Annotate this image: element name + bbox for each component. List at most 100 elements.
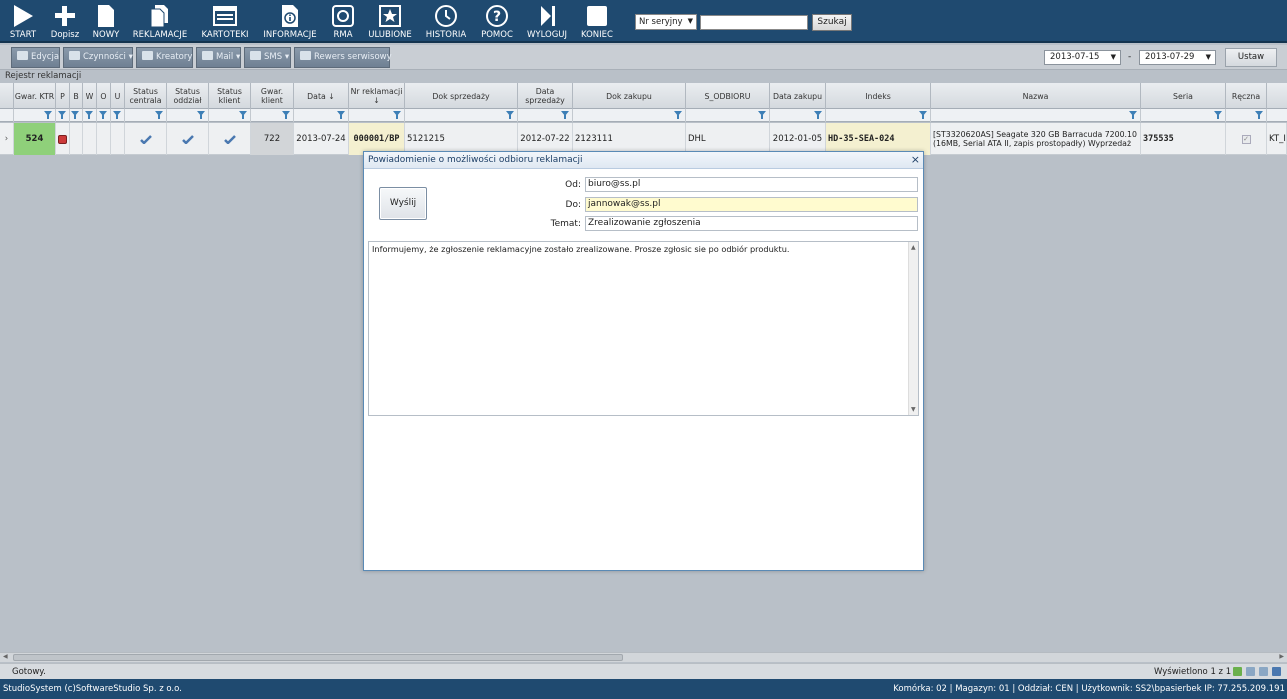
- header-data-sprzedazy[interactable]: Data sprzedaży: [518, 83, 573, 109]
- filter-cell[interactable]: [931, 109, 1141, 122]
- row-expander[interactable]: ›: [0, 123, 14, 155]
- filter-cell[interactable]: [14, 109, 56, 122]
- header-b[interactable]: B: [70, 83, 83, 109]
- filter-icon[interactable]: [919, 111, 927, 119]
- search-mode-select[interactable]: Nr seryjny ▼: [635, 14, 697, 30]
- filter-icon[interactable]: [155, 111, 163, 119]
- sms-button[interactable]: SMS ▾: [244, 47, 291, 68]
- date-from-field[interactable]: 2013-07-15 ▼: [1044, 50, 1121, 65]
- kartoteki-button[interactable]: KARTOTEKI: [200, 4, 250, 40]
- filter-cell[interactable]: [111, 109, 125, 122]
- export-icon[interactable]: [1246, 667, 1255, 676]
- filter-cell[interactable]: [518, 109, 573, 122]
- date-to-field[interactable]: 2013-07-29 ▼: [1139, 50, 1216, 65]
- header-dok-zakupu[interactable]: Dok zakupu: [573, 83, 686, 109]
- filter-icon[interactable]: [58, 111, 66, 119]
- mail-button[interactable]: Mail ▾: [196, 47, 241, 68]
- informacje-button[interactable]: INFORMACJE: [262, 4, 318, 40]
- filter-icon[interactable]: [337, 111, 345, 119]
- czynnosci-button[interactable]: Czynności ▾: [63, 47, 133, 68]
- search-input[interactable]: [700, 15, 808, 30]
- filter-cell[interactable]: [209, 109, 251, 122]
- settings-icon[interactable]: [1272, 667, 1281, 676]
- filter-cell[interactable]: [1226, 109, 1267, 122]
- header-p[interactable]: P: [56, 83, 70, 109]
- filter-icon[interactable]: [393, 111, 401, 119]
- header-gwar-klient[interactable]: Gwar. klient: [251, 83, 294, 109]
- filter-cell[interactable]: [1141, 109, 1226, 122]
- filter-cell[interactable]: [294, 109, 349, 122]
- send-button[interactable]: Wyślij: [379, 187, 427, 220]
- filter-cell[interactable]: [251, 109, 294, 122]
- close-icon[interactable]: ×: [911, 152, 920, 168]
- header-data-zakupu[interactable]: Data zakupu: [770, 83, 826, 109]
- filter-icon[interactable]: [561, 111, 569, 119]
- filter-icon[interactable]: [113, 111, 121, 119]
- scroll-left-icon[interactable]: ◀: [3, 653, 8, 660]
- checkbox-checked-icon[interactable]: ✓: [1241, 134, 1251, 144]
- wyloguj-button[interactable]: WYLOGUJ: [526, 4, 568, 40]
- header-status-oddzial[interactable]: Status oddział: [167, 83, 209, 109]
- filter-cell[interactable]: [349, 109, 405, 122]
- filter-icon[interactable]: [197, 111, 205, 119]
- to-field[interactable]: jannowak@ss.pl: [585, 197, 918, 212]
- message-textarea[interactable]: Informujemy, że zgłoszenie reklamacyjne …: [368, 241, 919, 416]
- from-field[interactable]: biuro@ss.pl: [585, 177, 918, 192]
- filter-cell[interactable]: [83, 109, 97, 122]
- filter-icon[interactable]: [1214, 111, 1222, 119]
- header-dok-sprzedazy[interactable]: Dok sprzedaży: [405, 83, 518, 109]
- nowy-button[interactable]: NOWY: [92, 4, 120, 40]
- refresh-icon[interactable]: [1233, 667, 1242, 676]
- header-nr-reklamacji[interactable]: Nr reklamacji ↓: [349, 83, 405, 109]
- rma-button[interactable]: RMA: [330, 4, 356, 40]
- filter-cell[interactable]: [826, 109, 931, 122]
- header-nazwa[interactable]: Nazwa: [931, 83, 1141, 109]
- header-u[interactable]: U: [111, 83, 125, 109]
- filter-cell[interactable]: [167, 109, 209, 122]
- header-seria[interactable]: Seria: [1141, 83, 1226, 109]
- pomoc-button[interactable]: ? POMOC: [480, 4, 514, 40]
- header-data[interactable]: Data ↓: [294, 83, 349, 109]
- filter-cell[interactable]: [573, 109, 686, 122]
- filter-cell[interactable]: [70, 109, 83, 122]
- filter-icon[interactable]: [44, 111, 52, 119]
- header-indeks[interactable]: Indeks: [826, 83, 931, 109]
- scrollbar-thumb[interactable]: [13, 654, 623, 661]
- header-o[interactable]: O: [97, 83, 111, 109]
- filter-cell[interactable]: [770, 109, 826, 122]
- scroll-down-icon[interactable]: ▼: [911, 406, 916, 413]
- start-button[interactable]: START: [8, 4, 38, 40]
- filter-icon[interactable]: [239, 111, 247, 119]
- edycja-button[interactable]: Edycja: [11, 47, 60, 68]
- header-reczna[interactable]: Ręczna: [1226, 83, 1267, 109]
- header-status-klient[interactable]: Status klient: [209, 83, 251, 109]
- reklamacje-button[interactable]: REKLAMACJE: [132, 4, 188, 40]
- filter-icon[interactable]: [506, 111, 514, 119]
- header-w[interactable]: W: [83, 83, 97, 109]
- scroll-up-icon[interactable]: ▲: [911, 244, 916, 251]
- filter-cell[interactable]: [686, 109, 770, 122]
- filter-icon[interactable]: [99, 111, 107, 119]
- scroll-right-icon[interactable]: ▶: [1279, 653, 1284, 660]
- horizontal-scrollbar[interactable]: ◀ ▶: [0, 652, 1287, 662]
- dopisz-button[interactable]: Dopisz: [50, 4, 80, 40]
- search-button[interactable]: Szukaj: [812, 14, 852, 31]
- message-scrollbar[interactable]: ▲ ▼: [908, 242, 918, 415]
- filter-icon[interactable]: [1255, 111, 1263, 119]
- filter-cell[interactable]: [56, 109, 70, 122]
- filter-icon[interactable]: [758, 111, 766, 119]
- filter-icon[interactable]: [282, 111, 290, 119]
- koniec-button[interactable]: KONIEC: [580, 4, 614, 40]
- filter-cell[interactable]: [405, 109, 518, 122]
- filter-icon[interactable]: [85, 111, 93, 119]
- subject-field[interactable]: Zrealizowanie zgłoszenia: [585, 216, 918, 231]
- filter-cell[interactable]: [97, 109, 111, 122]
- filter-icon[interactable]: [814, 111, 822, 119]
- filter-icon[interactable]: [1129, 111, 1137, 119]
- filter-cell[interactable]: [125, 109, 167, 122]
- print-icon[interactable]: [1259, 667, 1268, 676]
- ulubione-button[interactable]: ULUBIONE: [367, 4, 413, 40]
- header-s-odbioru[interactable]: S_ODBIORU: [686, 83, 770, 109]
- rewers-button[interactable]: Rewers serwisowy: [294, 47, 392, 68]
- historia-button[interactable]: HISTORIA: [424, 4, 468, 40]
